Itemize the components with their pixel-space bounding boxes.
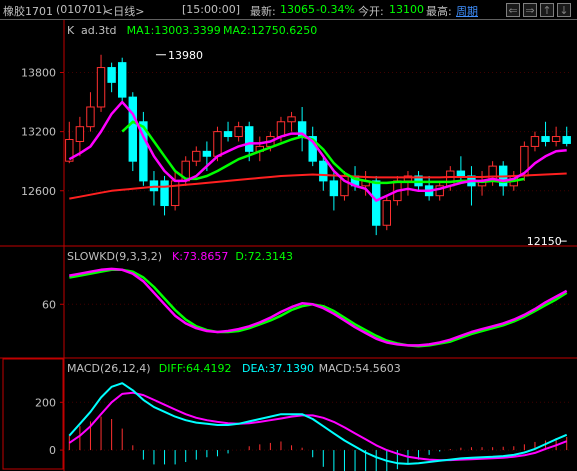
candle-body: [128, 96, 137, 162]
candle-body: [192, 150, 201, 162]
legend-title: ad.3td: [81, 24, 117, 37]
legend-entry: D:72.3143: [235, 250, 293, 263]
candle-body: [107, 67, 116, 83]
legend-entry: MA2:12750.6250: [223, 24, 317, 37]
nav-right-button[interactable]: ⇒: [523, 3, 537, 17]
candle-body: [551, 136, 561, 142]
y-tick-label: 0: [49, 444, 56, 457]
candle-body: [446, 170, 455, 187]
quote-time: [15:00:00]: [182, 3, 240, 16]
y-tick-label: 13800: [21, 66, 56, 79]
candle-body: [382, 200, 391, 226]
change-pct: -0.34%: [316, 3, 355, 16]
candle-body: [234, 126, 243, 138]
candle-body: [319, 160, 328, 182]
candle-body: [541, 136, 550, 142]
candle-body: [562, 136, 571, 144]
nav-left-button[interactable]: ⇐: [506, 3, 520, 17]
stock-chart[interactable]: 13800 13200 12600 13980 12150 K ad.3td MA1:1300…: [0, 20, 577, 471]
legend-title: SLOWKD(9,3,3,2): [67, 250, 162, 263]
legend-title: MACD(26,12,4): [67, 362, 151, 375]
last-label: 最新:: [250, 5, 276, 18]
legend-entry: MACD:54.5603: [319, 362, 401, 375]
title-bar: 橡胶1701 (010701) <日线> [15:00:00] 最新: 1306…: [0, 0, 577, 20]
nav-down-button[interactable]: ↓: [557, 3, 571, 17]
candle-body: [372, 180, 381, 226]
candle-body: [202, 150, 212, 157]
legend-entry: DEA:37.1390: [242, 362, 314, 375]
legend-prefix: K: [67, 24, 75, 37]
candle-body: [86, 106, 95, 128]
candle-body: [287, 116, 296, 123]
low-annotation: 12150: [527, 235, 562, 248]
candle-body: [456, 170, 466, 177]
open-value: 13100: [389, 3, 424, 16]
candle-body: [75, 126, 85, 142]
symbol-code: (010701): [56, 3, 107, 16]
open-label: 今开:: [358, 5, 384, 18]
candle-body: [276, 121, 286, 138]
y-tick-label: 60: [42, 298, 56, 311]
candle-body: [245, 126, 254, 152]
legend-entry: DIFF:64.4192: [159, 362, 232, 375]
symbol-name: 橡胶1701: [3, 5, 53, 18]
cycle-link[interactable]: 周期: [456, 3, 478, 19]
candle-body: [329, 180, 339, 197]
candle-body: [213, 131, 222, 157]
legend-entry: MA1:13003.3399: [127, 24, 221, 37]
candle-body: [530, 136, 540, 147]
high-annotation: 13980: [168, 49, 203, 62]
candle-body: [160, 180, 169, 207]
y-tick-label: 200: [35, 396, 56, 409]
candle-body: [96, 67, 106, 108]
candle-body: [223, 131, 233, 138]
y-tick-label: 12600: [21, 185, 56, 198]
period-label: <日线>: [104, 5, 145, 18]
y-tick-label: 13200: [21, 126, 56, 139]
nav-up-button[interactable]: ↑: [540, 3, 554, 17]
high-label: 最高:: [426, 5, 452, 18]
last-value: 13065: [280, 3, 315, 16]
k-line: [69, 267, 568, 347]
legend-entry: K:73.8657: [172, 250, 228, 263]
candle-body: [118, 62, 127, 98]
